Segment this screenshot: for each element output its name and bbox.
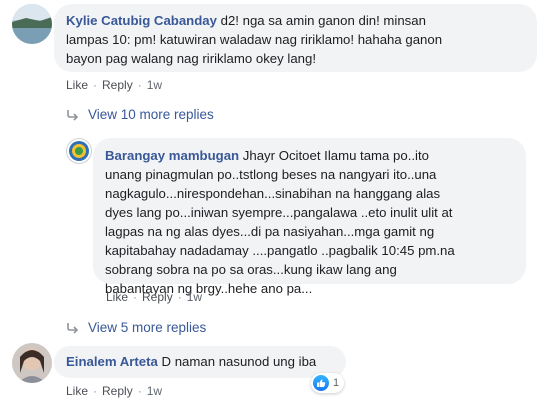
- like-link[interactable]: Like: [106, 290, 128, 304]
- comment-bubble: Einalem Arteta D naman nasunod ung iba: [54, 346, 346, 378]
- separator: ·: [93, 384, 98, 398]
- timestamp[interactable]: 1w: [187, 290, 202, 304]
- reply-bubble: Barangay mambugan Jhayr Ocitoet Ilamu ta…: [93, 138, 526, 296]
- reply-link[interactable]: Reply: [102, 78, 133, 92]
- reaction-count: 1: [333, 377, 340, 389]
- avatar[interactable]: [12, 343, 52, 383]
- reply-arrow-icon: [67, 109, 79, 121]
- reply-text-line: lagpas na ng alas dyes...di pa nasiyahan…: [105, 224, 435, 239]
- like-link[interactable]: Like: [66, 78, 88, 92]
- view-more-replies-button[interactable]: View 10 more replies: [66, 107, 214, 122]
- like-icon: [313, 375, 329, 391]
- barangay-seal-icon: [66, 138, 92, 164]
- timestamp[interactable]: 1w: [147, 78, 162, 92]
- separator: ·: [177, 290, 182, 304]
- reply-text-line: kapitabahay nadadamay ....pangatlo ..pag…: [105, 243, 455, 258]
- separator: ·: [93, 78, 98, 92]
- reply-text-line: nagkagulo...nirespondehan...sinabihan na…: [105, 186, 441, 201]
- comment-author[interactable]: Einalem Arteta: [66, 354, 158, 369]
- separator: ·: [133, 290, 138, 304]
- page-avatar[interactable]: [66, 138, 92, 164]
- avatar-image: [12, 343, 52, 383]
- view-more-replies-label[interactable]: View 5 more replies: [88, 320, 206, 335]
- reply-link[interactable]: Reply: [142, 290, 173, 304]
- reply-text-line: unang pinagmulan po..tstlong beses na na…: [105, 167, 437, 182]
- avatar-image: [12, 4, 52, 44]
- reply-text-line: sobrang sobra na po sa oras...kung ikaw …: [105, 262, 397, 277]
- comment-text: D naman nasunod ung iba: [161, 354, 317, 369]
- avatar[interactable]: [12, 4, 52, 44]
- comment-actions: Like · Reply · 1w: [66, 78, 162, 92]
- comment-text-line: bayon pag walang nag ririklamo okey lang…: [66, 51, 316, 66]
- reply-actions: Like · Reply · 1w: [106, 290, 202, 304]
- comment-text-line: lampas 10: pm! katuwiran waladaw nag rir…: [66, 32, 443, 47]
- timestamp[interactable]: 1w: [147, 384, 162, 398]
- view-more-replies-label[interactable]: View 10 more replies: [88, 107, 214, 122]
- view-more-replies-button[interactable]: View 5 more replies: [66, 320, 206, 335]
- comment-author[interactable]: Kylie Catubig Cabanday: [66, 13, 217, 28]
- comment-actions: Like · Reply · 1w: [66, 384, 162, 398]
- reply-text-line: Jhayr Ocitoet Ilamu tama po..ito: [242, 148, 429, 163]
- like-link[interactable]: Like: [66, 384, 88, 398]
- comment-text-line: d2! nga sa amin ganon din! minsan: [220, 13, 426, 28]
- reaction-count-badge[interactable]: 1: [311, 373, 345, 393]
- reply-text-line: dyes lang po...iniwan syempre...pangalaw…: [105, 205, 453, 220]
- reply-arrow-icon: [67, 322, 79, 334]
- reply-link[interactable]: Reply: [102, 384, 133, 398]
- reply-author[interactable]: Barangay mambugan: [105, 148, 239, 163]
- separator: ·: [137, 384, 142, 398]
- separator: ·: [137, 78, 142, 92]
- comment-bubble: Kylie Catubig Cabanday d2! nga sa amin g…: [54, 4, 537, 72]
